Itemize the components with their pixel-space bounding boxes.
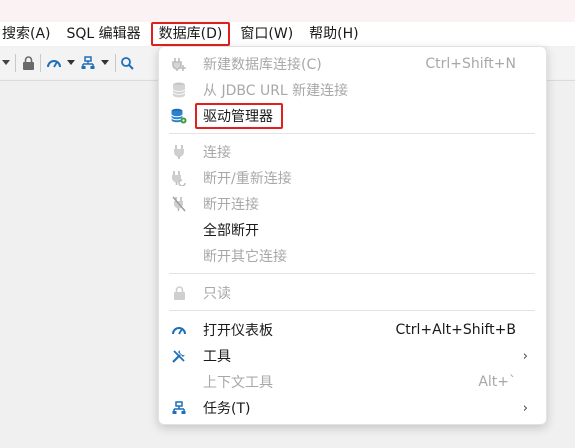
chevron-down-icon[interactable]: [64, 51, 78, 75]
menu-separator: [169, 273, 535, 274]
network-icon[interactable]: [78, 51, 98, 75]
menu-item-label: 新建数据库连接(C): [203, 57, 322, 73]
menu-item-shortcut: Alt+`: [478, 374, 516, 390]
chevron-down-icon[interactable]: [98, 51, 112, 75]
menu-window[interactable]: 窗口(W): [232, 22, 301, 46]
menu-bar: 搜索(A) SQL 编辑器 数据库(D) 窗口(W) 帮助(H): [0, 22, 575, 46]
database-gear-icon: [171, 108, 187, 124]
dashboard-icon[interactable]: [44, 51, 64, 75]
menu-item-label: 连接: [203, 145, 231, 161]
toolbar-separator: [40, 54, 41, 72]
chevron-right-icon: ›: [522, 400, 528, 416]
menu-search[interactable]: 搜索(A): [0, 22, 59, 46]
database-icon: [171, 82, 187, 98]
network-icon: [171, 400, 187, 416]
menu-sql-editor[interactable]: SQL 编辑器: [59, 22, 149, 46]
menu-item-label: 只读: [203, 286, 231, 302]
menu-item-reconnect[interactable]: 断开/重新连接: [159, 165, 546, 191]
chevron-right-icon: ›: [522, 348, 528, 364]
chevron-down-icon[interactable]: [0, 51, 12, 75]
menu-item-read-only[interactable]: 只读: [159, 280, 546, 306]
menu-separator: [169, 310, 535, 311]
menu-item-label: 全部断开: [203, 223, 259, 239]
toolbar-separator: [15, 54, 16, 72]
menu-item-disconnect-others[interactable]: 断开其它连接: [159, 243, 546, 269]
menu-item-new-connection[interactable]: 新建数据库连接(C) Ctrl+Shift+N: [159, 51, 546, 77]
menu-separator: [169, 133, 535, 134]
lock-icon[interactable]: [19, 51, 37, 75]
menu-item-label: 任务(T): [203, 401, 251, 417]
menu-item-driver-manager[interactable]: 驱动管理器: [159, 103, 546, 129]
database-menu-dropdown: 新建数据库连接(C) Ctrl+Shift+N 从 JDBC URL 新建连接 …: [158, 46, 547, 425]
menu-item-open-dashboard[interactable]: 打开仪表板 Ctrl+Alt+Shift+B: [159, 317, 546, 343]
plug-refresh-icon: [171, 170, 187, 186]
menu-item-label: 断开/重新连接: [203, 171, 292, 187]
title-bar: [0, 0, 575, 22]
menu-item-shortcut: Ctrl+Shift+N: [425, 56, 516, 72]
menu-item-disconnect[interactable]: 断开连接: [159, 191, 546, 217]
plug-disconnect-icon: [171, 196, 187, 212]
menu-item-label: 断开其它连接: [203, 249, 287, 265]
menu-item-tasks[interactable]: 任务(T) ›: [159, 395, 546, 421]
menu-item-label: 从 JDBC URL 新建连接: [203, 83, 349, 99]
menu-item-shortcut: Ctrl+Alt+Shift+B: [395, 322, 516, 338]
menu-item-new-jdbc-connection[interactable]: 从 JDBC URL 新建连接: [159, 77, 546, 103]
menu-database[interactable]: 数据库(D): [150, 22, 231, 46]
menu-item-context-tools[interactable]: 上下文工具 Alt+`: [159, 369, 546, 395]
menu-item-label: 断开连接: [203, 197, 259, 213]
menu-item-label: 驱动管理器: [195, 103, 283, 129]
menu-item-label: 上下文工具: [203, 375, 273, 391]
lock-icon: [171, 285, 187, 301]
menu-item-label: 工具: [203, 349, 231, 365]
menu-item-label: 打开仪表板: [203, 323, 273, 339]
menu-item-connect[interactable]: 连接: [159, 139, 546, 165]
toolbar-separator: [115, 54, 116, 72]
plug-icon: [171, 144, 187, 160]
search-icon[interactable]: [119, 51, 135, 75]
plug-add-icon: [171, 56, 187, 72]
menu-help[interactable]: 帮助(H): [301, 22, 366, 46]
menu-item-disconnect-all[interactable]: 全部断开: [159, 217, 546, 243]
menu-item-tools[interactable]: 工具 ›: [159, 343, 546, 369]
tools-icon: [171, 348, 187, 364]
dashboard-icon: [171, 322, 187, 338]
